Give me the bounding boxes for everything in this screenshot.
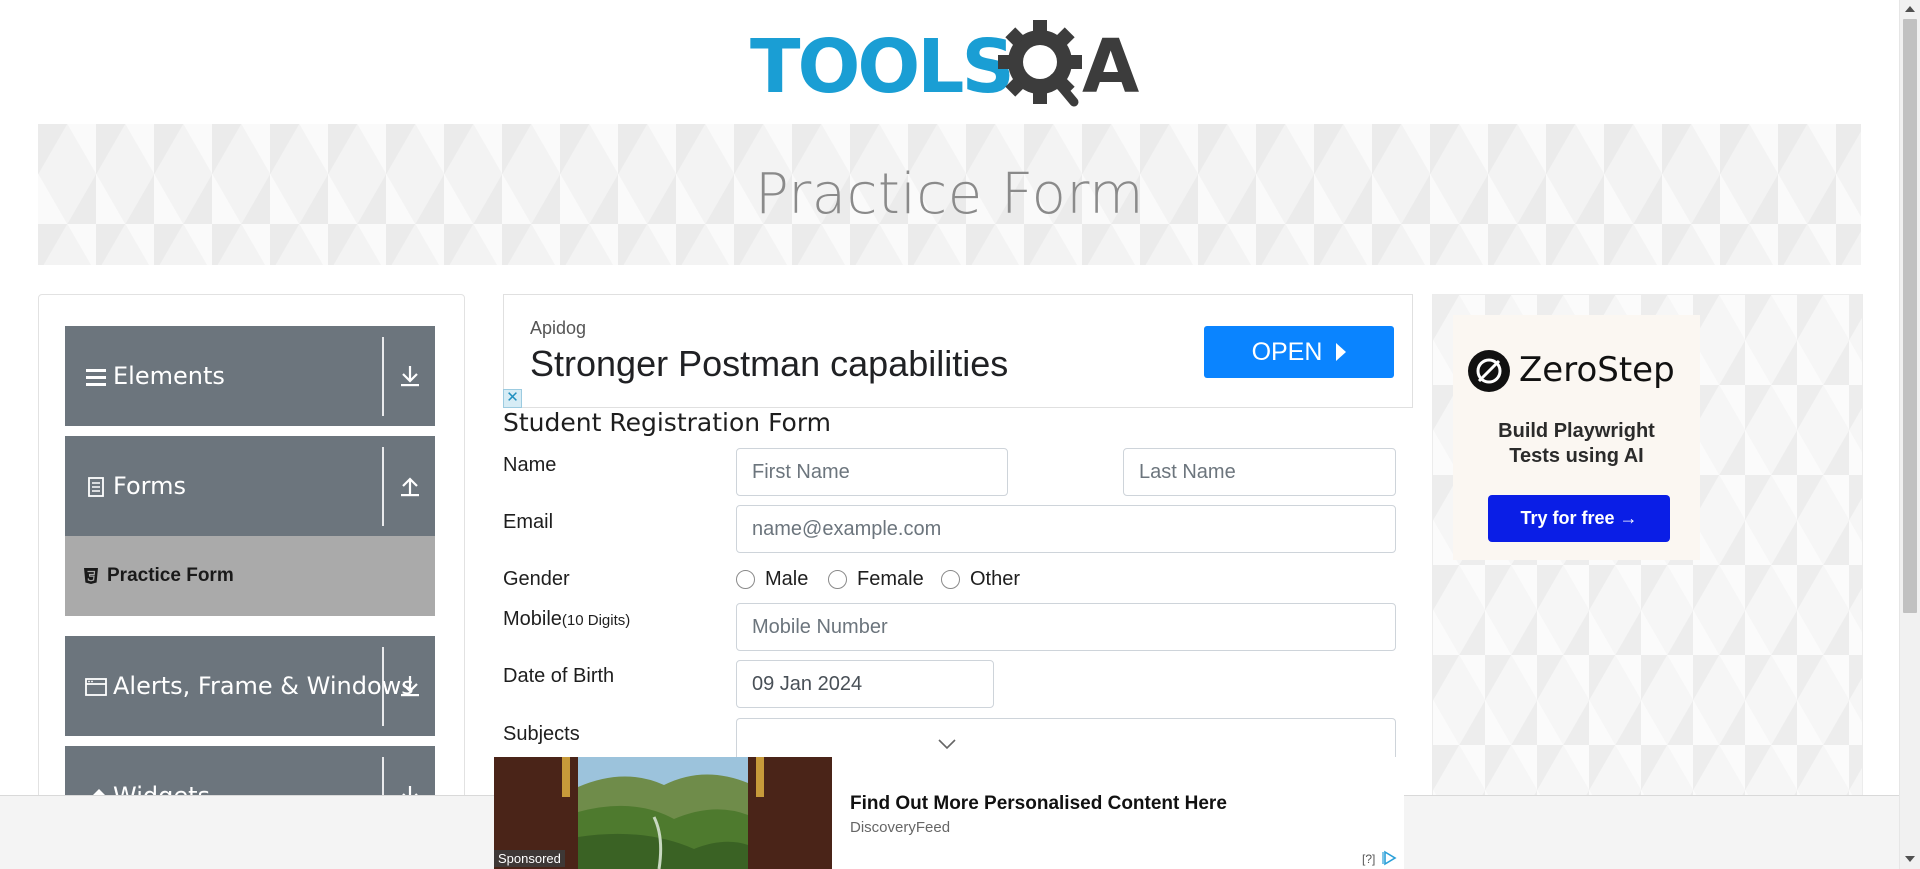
vertical-scrollbar[interactable]: [1899, 0, 1920, 869]
gender-label: Gender: [503, 568, 570, 590]
mobile-label-hint: (10 Digits): [561, 612, 631, 629]
radio-circle[interactable]: [828, 570, 847, 589]
scroll-up-icon[interactable]: [1905, 6, 1915, 12]
zerostep-logo-icon: [1468, 350, 1510, 392]
gender-radio-other[interactable]: Other: [941, 568, 1020, 591]
radio-label: Female: [857, 568, 924, 590]
page-title: Practice Form: [754, 162, 1145, 227]
ad-open-button[interactable]: OPEN: [1204, 326, 1394, 378]
last-name-input[interactable]: Last Name: [1123, 448, 1396, 496]
zerostep-ad[interactable]: ZeroStep Build Playwright Tests using AI…: [1432, 294, 1863, 814]
ad-headline[interactable]: Stronger Postman capabilities: [530, 343, 1008, 385]
logo-qa-text: A: [1082, 24, 1139, 110]
tagline-line-2: Tests using AI: [1509, 445, 1644, 467]
mobile-input[interactable]: Mobile Number: [736, 603, 1396, 651]
ad-open-label: OPEN: [1251, 337, 1323, 366]
sidebar-group-label: Alerts, Frame & Windows: [113, 672, 414, 700]
try-for-free-button[interactable]: Try for free →: [1488, 495, 1670, 542]
page: TOOLS A Practice Form Elements Forms Pra…: [0, 0, 1920, 869]
sidebar-group-label: Elements: [113, 362, 225, 390]
divider: [382, 647, 384, 726]
radio-circle[interactable]: [941, 570, 960, 589]
sponsored-ad[interactable]: Sponsored Find Out More Personalised Con…: [494, 757, 1404, 869]
html5-icon: [84, 568, 98, 584]
toolsqa-logo[interactable]: TOOLS A: [750, 18, 1155, 116]
subjects-label: Subjects: [503, 723, 580, 745]
sidebar-group-label: Forms: [113, 472, 186, 500]
bottom-ad-headline[interactable]: Find Out More Personalised Content Here: [850, 793, 1227, 815]
gear-icon: [998, 20, 1082, 107]
zerostep-brand: ZeroStep: [1519, 350, 1675, 390]
sidebar-group-alerts[interactable]: Alerts, Frame & Windows: [65, 636, 435, 736]
mobile-label-text: Mobile: [503, 608, 562, 630]
ad-help-link[interactable]: [?]: [1362, 852, 1375, 866]
download-arrow-icon[interactable]: [399, 364, 421, 388]
radio-label: Male: [765, 568, 809, 590]
ad-brand: Apidog: [530, 318, 587, 338]
form-title: Student Registration Form: [503, 408, 832, 437]
adchoices-icon[interactable]: [1382, 850, 1398, 866]
scroll-down-icon[interactable]: [1905, 856, 1915, 862]
sidebar-item-practice-form[interactable]: Practice Form: [65, 536, 435, 616]
upload-arrow-icon[interactable]: [399, 474, 421, 498]
document-icon: [88, 477, 104, 497]
email-label: Email: [503, 511, 554, 533]
chevron-down-icon[interactable]: [937, 737, 957, 751]
window-icon: [85, 678, 107, 696]
date-of-birth-input[interactable]: 09 Jan 2024: [736, 660, 994, 708]
sidebar-group-elements[interactable]: Elements: [65, 326, 435, 426]
bottom-ad-source: DiscoveryFeed: [850, 819, 951, 836]
sidebar-item-label: Practice Form: [107, 565, 234, 586]
email-input[interactable]: name@example.com: [736, 505, 1396, 553]
page-banner: Practice Form: [38, 124, 1861, 265]
ad-close-icon[interactable]: ✕: [503, 389, 522, 408]
radio-label: Other: [970, 568, 1021, 590]
zerostep-card[interactable]: ZeroStep Build Playwright Tests using AI…: [1453, 315, 1700, 560]
gender-radio-female[interactable]: Female: [828, 568, 924, 591]
tagline-line-1: Build Playwright: [1498, 420, 1655, 442]
dob-label: Date of Birth: [503, 665, 615, 687]
logo-tools-text: TOOLS: [750, 24, 1012, 110]
divider: [382, 337, 384, 416]
mobile-label: Mobile(10 Digits): [503, 608, 630, 631]
apidog-ad[interactable]: Apidog Stronger Postman capabilities OPE…: [503, 294, 1413, 408]
download-arrow-icon[interactable]: [399, 674, 421, 698]
scrollbar-thumb[interactable]: [1903, 19, 1917, 613]
sponsored-badge: Sponsored: [494, 850, 565, 867]
sidebar-group-forms[interactable]: Forms: [65, 436, 435, 536]
radio-circle[interactable]: [736, 570, 755, 589]
name-label: Name: [503, 454, 557, 476]
hamburger-icon: [86, 369, 106, 386]
divider: [382, 447, 384, 526]
first-name-input[interactable]: First Name: [736, 448, 1008, 496]
left-sidebar: Elements Forms Practice Form Alerts, Fra…: [38, 294, 465, 814]
gender-radio-male[interactable]: Male: [736, 568, 808, 591]
play-arrow-icon: [1336, 343, 1347, 361]
zerostep-tagline: Build Playwright Tests using AI: [1453, 419, 1700, 469]
